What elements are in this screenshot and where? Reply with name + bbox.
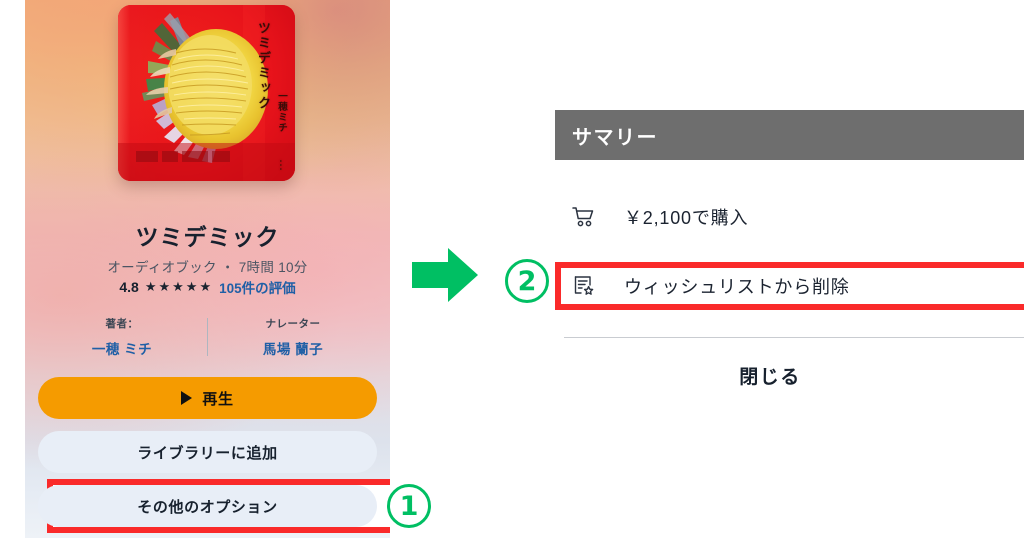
shopping-cart-icon bbox=[564, 206, 604, 228]
summary-sheet: サマリー ￥2,100で購入 ウィッシュリストから削除 閉じる bbox=[540, 0, 1024, 538]
rating-row: 4.8 ★★★★★ 105件の評価 bbox=[25, 277, 390, 297]
book-cover[interactable]: ツミデミック 一穂ミチ ･･･ bbox=[118, 5, 295, 181]
cover-vertical-author: 一穂ミチ bbox=[276, 91, 287, 133]
purchase-label: ￥2,100で購入 bbox=[624, 208, 749, 228]
remove-from-wishlist-menu-item[interactable]: ウィッシュリストから削除 bbox=[564, 266, 1024, 306]
close-button[interactable]: 閉じる bbox=[564, 355, 1024, 395]
page-title: ツミデミック bbox=[135, 224, 280, 250]
rating-count-link[interactable]: 105件の評価 bbox=[219, 277, 296, 297]
star-rating-icon: ★★★★★ bbox=[144, 279, 214, 294]
rating-score: 4.8 bbox=[119, 279, 139, 295]
panel-divider bbox=[564, 337, 1024, 338]
step-badge-2: 2 bbox=[505, 259, 549, 303]
more-options-button[interactable]: その他のオプション bbox=[38, 485, 377, 527]
author-label: 著者： bbox=[105, 318, 139, 330]
narrator-credit: ナレーター 馬場 蘭子 bbox=[208, 316, 378, 358]
narrator-name-link[interactable]: 馬場 蘭子 bbox=[208, 338, 378, 358]
wishlist-star-icon bbox=[564, 274, 604, 298]
play-button[interactable]: 再生 bbox=[38, 377, 377, 419]
book-meta: オーディオブック ・ 7時間 10分 bbox=[107, 260, 308, 275]
play-triangle-icon bbox=[181, 391, 193, 405]
book-detail-panel: ツミデミック 一穂ミチ ･･･ ツミデミック オーディオブック ・ 7時間 10… bbox=[25, 0, 390, 538]
remove-from-wishlist-label: ウィッシュリストから削除 bbox=[624, 277, 850, 297]
cover-vertical-dots: ･･･ bbox=[276, 159, 285, 171]
purchase-menu-item[interactable]: ￥2,100で購入 bbox=[564, 197, 1024, 237]
narrator-label: ナレーター bbox=[265, 318, 321, 330]
green-right-arrow-icon bbox=[412, 248, 478, 302]
cover-vertical-title: ツミデミック bbox=[256, 21, 271, 111]
author-name-link[interactable]: 一穂 ミチ bbox=[37, 338, 207, 358]
credits-row: 著者： 一穂 ミチ ナレーター 馬場 蘭子 bbox=[37, 316, 378, 358]
author-credit: 著者： 一穂 ミチ bbox=[37, 316, 207, 358]
step-badge-1: 1 bbox=[387, 484, 431, 528]
summary-header: サマリー bbox=[555, 110, 1024, 160]
play-button-label: 再生 bbox=[202, 390, 234, 408]
add-to-library-button[interactable]: ライブラリーに追加 bbox=[38, 431, 377, 473]
